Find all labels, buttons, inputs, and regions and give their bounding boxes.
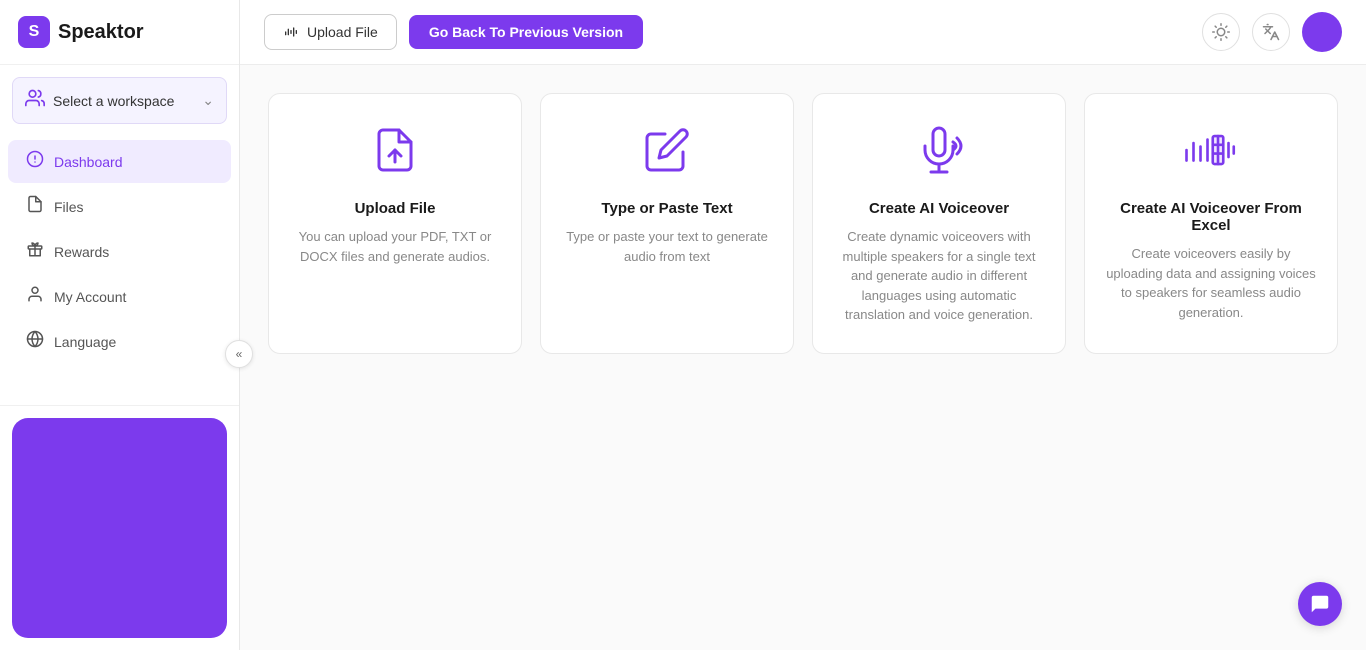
upload-waveform-icon [283, 24, 299, 40]
logo-area: S Speaktor [0, 0, 239, 65]
translate-button[interactable] [1252, 13, 1290, 51]
language-label: Language [54, 334, 116, 350]
my-account-label: My Account [54, 289, 126, 305]
card-ai-voiceover-desc: Create dynamic voiceovers with multiple … [833, 227, 1045, 325]
account-card [12, 418, 227, 638]
chat-icon [1309, 593, 1331, 615]
workspace-left: Select a workspace [25, 88, 174, 113]
go-back-to-previous-version-button[interactable]: Go Back To Previous Version [409, 15, 643, 49]
card-type-paste-title: Type or Paste Text [601, 200, 732, 217]
main-area: Upload File Go Back To Previous Version [240, 0, 1366, 650]
workspace-chevron-icon: ⌄ [202, 92, 214, 109]
cards-grid: Upload File You can upload your PDF, TXT… [268, 93, 1338, 354]
language-icon [26, 330, 44, 353]
upload-file-icon [371, 126, 419, 182]
rewards-label: Rewards [54, 244, 109, 260]
header-right [1202, 12, 1342, 52]
workspace-icon [25, 88, 45, 113]
app-name: Speaktor [58, 21, 144, 44]
files-label: Files [54, 199, 84, 215]
card-upload-file-desc: You can upload your PDF, TXT or DOCX fil… [289, 227, 501, 266]
sidebar-bottom [0, 405, 239, 650]
sidebar-item-files[interactable]: Files [8, 185, 231, 228]
card-excel-voiceover-desc: Create voiceovers easily by uploading da… [1105, 244, 1317, 322]
card-upload-file-title: Upload File [355, 200, 436, 217]
sidebar-item-my-account[interactable]: My Account [8, 275, 231, 318]
type-paste-icon [643, 126, 691, 182]
card-type-paste-desc: Type or paste your text to generate audi… [561, 227, 773, 266]
sidebar: S Speaktor Select a workspace ⌄ Dashboar… [0, 0, 240, 650]
card-excel-voiceover[interactable]: Create AI Voiceover From Excel Create vo… [1084, 93, 1338, 354]
excel-voiceover-icon [1183, 126, 1239, 182]
sidebar-item-dashboard[interactable]: Dashboard [8, 140, 231, 183]
my-account-icon [26, 285, 44, 308]
header-left: Upload File Go Back To Previous Version [264, 14, 643, 50]
workspace-selector[interactable]: Select a workspace ⌄ [12, 77, 227, 124]
card-upload-file[interactable]: Upload File You can upload your PDF, TXT… [268, 93, 522, 354]
main-content: Upload File You can upload your PDF, TXT… [240, 65, 1366, 650]
collapse-sidebar-button[interactable]: « [225, 340, 253, 368]
translate-icon [1262, 23, 1280, 41]
rewards-icon [26, 240, 44, 263]
dashboard-icon [26, 150, 44, 173]
header: Upload File Go Back To Previous Version [240, 0, 1366, 65]
avatar[interactable] [1302, 12, 1342, 52]
dashboard-label: Dashboard [54, 154, 123, 170]
sidebar-item-rewards[interactable]: Rewards [8, 230, 231, 273]
workspace-label: Select a workspace [53, 93, 174, 109]
card-ai-voiceover[interactable]: Create AI Voiceover Create dynamic voice… [812, 93, 1066, 354]
card-type-paste-text[interactable]: Type or Paste Text Type or paste your te… [540, 93, 794, 354]
theme-toggle-button[interactable] [1202, 13, 1240, 51]
sidebar-item-language[interactable]: Language [8, 320, 231, 363]
upload-file-button[interactable]: Upload File [264, 14, 397, 50]
nav-section: Dashboard Files Rewards My Account Langu… [0, 130, 239, 405]
logo-icon: S [18, 16, 50, 48]
card-ai-voiceover-title: Create AI Voiceover [869, 200, 1009, 217]
files-icon [26, 195, 44, 218]
chat-bubble-button[interactable] [1298, 582, 1342, 626]
ai-voiceover-icon [915, 126, 963, 182]
sun-icon [1212, 23, 1230, 41]
card-excel-voiceover-title: Create AI Voiceover From Excel [1105, 200, 1317, 234]
